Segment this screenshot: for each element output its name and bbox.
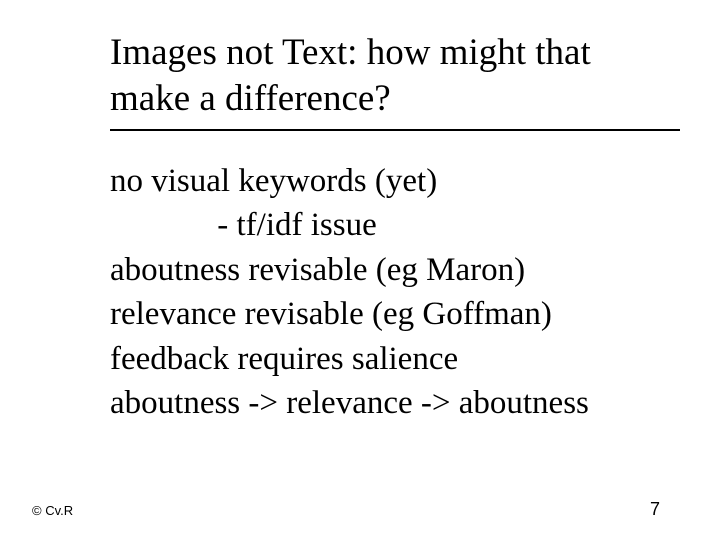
body-line: no visual keywords (yet)	[110, 159, 700, 204]
copyright-text: © Cv.R	[32, 503, 73, 518]
page-number: 7	[650, 499, 660, 520]
body-line: - tf/idf issue	[110, 203, 700, 248]
body-line: aboutness -> relevance -> aboutness	[110, 381, 700, 426]
body-line: feedback requires salience	[110, 337, 700, 382]
title-underline	[110, 129, 680, 131]
slide-body: no visual keywords (yet) - tf/idf issue …	[110, 159, 700, 426]
slide: Images not Text: how might that make a d…	[0, 0, 720, 540]
slide-title: Images not Text: how might that make a d…	[110, 30, 680, 123]
slide-footer: © Cv.R 7	[0, 499, 720, 520]
body-line: relevance revisable (eg Goffman)	[110, 292, 700, 337]
body-line: aboutness revisable (eg Maron)	[110, 248, 700, 293]
